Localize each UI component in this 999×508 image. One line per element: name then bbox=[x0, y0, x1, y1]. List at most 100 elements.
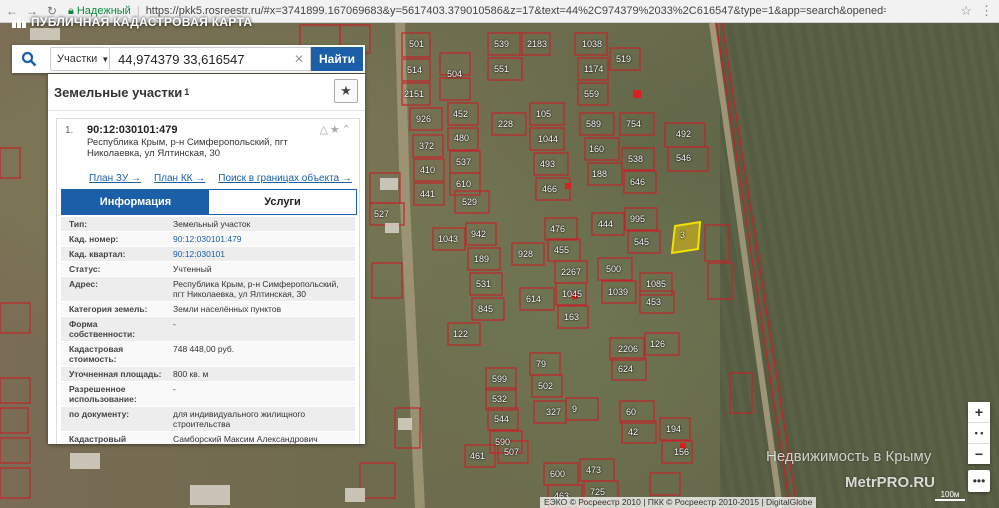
parcel-number-label: 453 bbox=[646, 297, 662, 307]
parcel-number-label: 537 bbox=[456, 157, 472, 167]
parcel-number-label: 493 bbox=[540, 159, 556, 169]
parcel-number-label: 466 bbox=[542, 184, 558, 194]
property-key: Тип: bbox=[69, 219, 88, 229]
parcel-number-label: 1039 bbox=[608, 287, 629, 297]
browser-menu-icon[interactable]: ⋮ bbox=[980, 3, 993, 19]
parcel-number-label: 156 bbox=[674, 447, 690, 457]
clear-icon[interactable]: ✕ bbox=[294, 52, 304, 66]
parcel-number-label: 614 bbox=[526, 294, 542, 304]
more-options-button[interactable]: ••• bbox=[968, 470, 990, 492]
tab-services[interactable]: Услуги bbox=[209, 190, 356, 214]
parcel-number-label: 105 bbox=[536, 109, 552, 119]
parcel-number-label: 372 bbox=[419, 141, 435, 151]
favorite-button[interactable]: ★ bbox=[334, 79, 358, 103]
result-address: Республика Крым, р-н Симферопольский, пг… bbox=[87, 137, 288, 159]
result-count: 1 bbox=[184, 87, 190, 97]
search-bar: Участки ▼ 44,974379 33,616547 ✕ Найти bbox=[12, 45, 365, 73]
property-row: Кад. номер: 90:12:030101:479 bbox=[61, 232, 355, 247]
property-value: Учтенный bbox=[173, 264, 212, 274]
property-row: Кадастровый Самборский Максим Александров… bbox=[61, 432, 355, 444]
parcel-number-label: 529 bbox=[462, 197, 478, 207]
property-key: Уточненная площадь: bbox=[69, 369, 162, 379]
parcel-number-label: 502 bbox=[538, 381, 554, 391]
chevron-down-icon: ▼ bbox=[101, 54, 110, 64]
result-cad-number[interactable]: 90:12:030101:479 bbox=[87, 124, 178, 136]
result-actions: △★⌃ bbox=[319, 123, 353, 136]
zoom-level-dots: • • bbox=[968, 423, 990, 444]
parcel-number-label: 228 bbox=[498, 119, 514, 129]
collapse-icon[interactable]: ⌃ bbox=[342, 124, 353, 136]
property-row: Кадастровая стоимость: 748 448,00 руб. bbox=[61, 342, 355, 367]
map-title-text: ПУБЛИЧНАЯ КАДАСТРОВАЯ КАРТА bbox=[31, 15, 253, 29]
zoom-out-button[interactable]: − bbox=[968, 444, 990, 464]
rosreestr-logo-icon bbox=[12, 17, 26, 28]
zoom-in-button[interactable]: + bbox=[968, 402, 990, 423]
parcel-number-label: 646 bbox=[630, 177, 646, 187]
search-type-select[interactable]: Участки ▼ bbox=[50, 47, 110, 71]
search-in-bounds-link[interactable]: Поиск в границах объекта → bbox=[218, 173, 352, 184]
parcel-number-label: 126 bbox=[650, 339, 666, 349]
property-key: Статус: bbox=[69, 264, 101, 274]
parcel-number-label: 473 bbox=[586, 465, 602, 475]
watermark-line1: Недвижимость в Крыму bbox=[766, 448, 932, 465]
parcel-number-label: 444 bbox=[598, 219, 614, 229]
parcel-number-label: 926 bbox=[416, 114, 432, 124]
parcel-number-label: 942 bbox=[471, 229, 487, 239]
parcel-number-label: 1174 bbox=[584, 64, 604, 74]
parcel-number-label: 3 bbox=[680, 230, 686, 240]
parcel-number-label: 501 bbox=[409, 39, 425, 49]
map-title: ПУБЛИЧНАЯ КАДАСТРОВАЯ КАРТА bbox=[12, 15, 252, 29]
parcel-number-label: 441 bbox=[420, 189, 436, 199]
warning-icon[interactable]: △ bbox=[319, 124, 329, 136]
parcel-number-label: 455 bbox=[554, 245, 570, 255]
parcel-number-label: 60 bbox=[626, 407, 637, 417]
plan-kk-link[interactable]: План КК → bbox=[154, 173, 205, 184]
parcel-number-label: 544 bbox=[494, 414, 510, 424]
parcel-number-label: 476 bbox=[550, 224, 566, 234]
property-row: по документу: для индивидуального жилищно… bbox=[61, 407, 355, 432]
property-value: для индивидуального жилищного строительс… bbox=[173, 409, 306, 429]
property-key: Разрешенное использование: bbox=[69, 384, 137, 404]
parcel-number-label: 600 bbox=[550, 469, 566, 479]
parcel-number-label: 995 bbox=[630, 214, 646, 224]
parcel-number-label: 461 bbox=[470, 451, 486, 461]
parcel-number-label: 1085 bbox=[646, 279, 667, 289]
address-bar[interactable]: https://pkk5.rosreestr.ru/#x=3741899.167… bbox=[146, 5, 886, 17]
result-tabs: Информация Услуги bbox=[61, 189, 357, 215]
property-value[interactable]: 90:12:030101 bbox=[169, 247, 355, 261]
bookmark-star-icon[interactable]: ☆ bbox=[960, 3, 972, 19]
parcel-number-label: 538 bbox=[628, 154, 644, 164]
parcel-number-label: 42 bbox=[628, 427, 639, 437]
parcel-number-label: 327 bbox=[546, 407, 562, 417]
scale-bar: 100м bbox=[935, 490, 965, 501]
property-row: Кад. квартал: 90:12:030101 bbox=[61, 247, 355, 262]
parcel-number-label: 539 bbox=[494, 39, 510, 49]
property-key: Кадастровая стоимость: bbox=[69, 344, 124, 364]
map-copyright: ЕЭКО © Росреестр 2010 | ПКК © Росреестр … bbox=[540, 497, 817, 508]
property-row: Форма собственности: - bbox=[61, 317, 355, 342]
search-button[interactable]: Найти bbox=[311, 47, 363, 71]
results-panel: Земельные участки 1 ★ 1. 90:12:030101:47… bbox=[48, 74, 365, 444]
panel-title: Земельные участки bbox=[54, 84, 183, 100]
plan-zu-link[interactable]: План ЗУ → bbox=[89, 173, 141, 184]
favorite-icon[interactable]: ★ bbox=[330, 124, 342, 136]
property-key: Форма собственности: bbox=[69, 319, 136, 339]
parcel-number-label: 1043 bbox=[438, 234, 459, 244]
parcel-number-label: 480 bbox=[454, 133, 470, 143]
parcel-number-label: 545 bbox=[634, 237, 650, 247]
search-icon[interactable] bbox=[12, 45, 46, 73]
property-row: Адрес: Республика Крым, р-н Симферопольск… bbox=[61, 277, 355, 302]
parcel-number-label: 519 bbox=[616, 54, 632, 64]
parcel-number-label: 599 bbox=[492, 374, 508, 384]
parcel-number-label: 551 bbox=[494, 64, 510, 74]
property-value: Республика Крым, р-н Симферопольский, пг… bbox=[173, 279, 339, 299]
selected-parcel bbox=[670, 220, 702, 255]
search-input[interactable]: 44,974379 33,616547 ✕ bbox=[110, 47, 311, 71]
parcel-number-label: 410 bbox=[420, 165, 436, 175]
property-row: Категория земель: Земли населённых пункто… bbox=[61, 302, 355, 317]
tab-info[interactable]: Информация bbox=[62, 190, 209, 214]
parcel-number-label: 194 bbox=[666, 424, 682, 434]
property-value: Земельный участок bbox=[173, 219, 251, 229]
property-key: Кадастровый bbox=[69, 434, 127, 444]
property-value[interactable]: 90:12:030101:479 bbox=[169, 232, 355, 246]
